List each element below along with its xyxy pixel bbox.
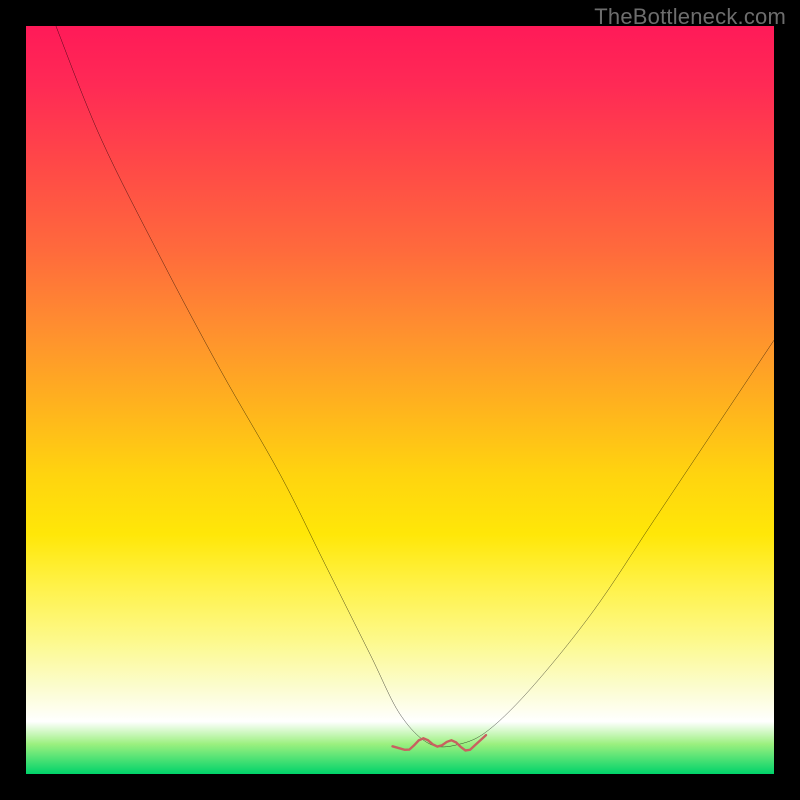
bottleneck-curve-svg <box>26 26 774 774</box>
bottleneck-curve-path <box>56 26 774 747</box>
trough-accent <box>393 735 487 750</box>
chart-frame: TheBottleneck.com <box>0 0 800 800</box>
watermark-text: TheBottleneck.com <box>594 4 786 30</box>
curve-group <box>56 26 774 750</box>
plot-area <box>26 26 774 774</box>
